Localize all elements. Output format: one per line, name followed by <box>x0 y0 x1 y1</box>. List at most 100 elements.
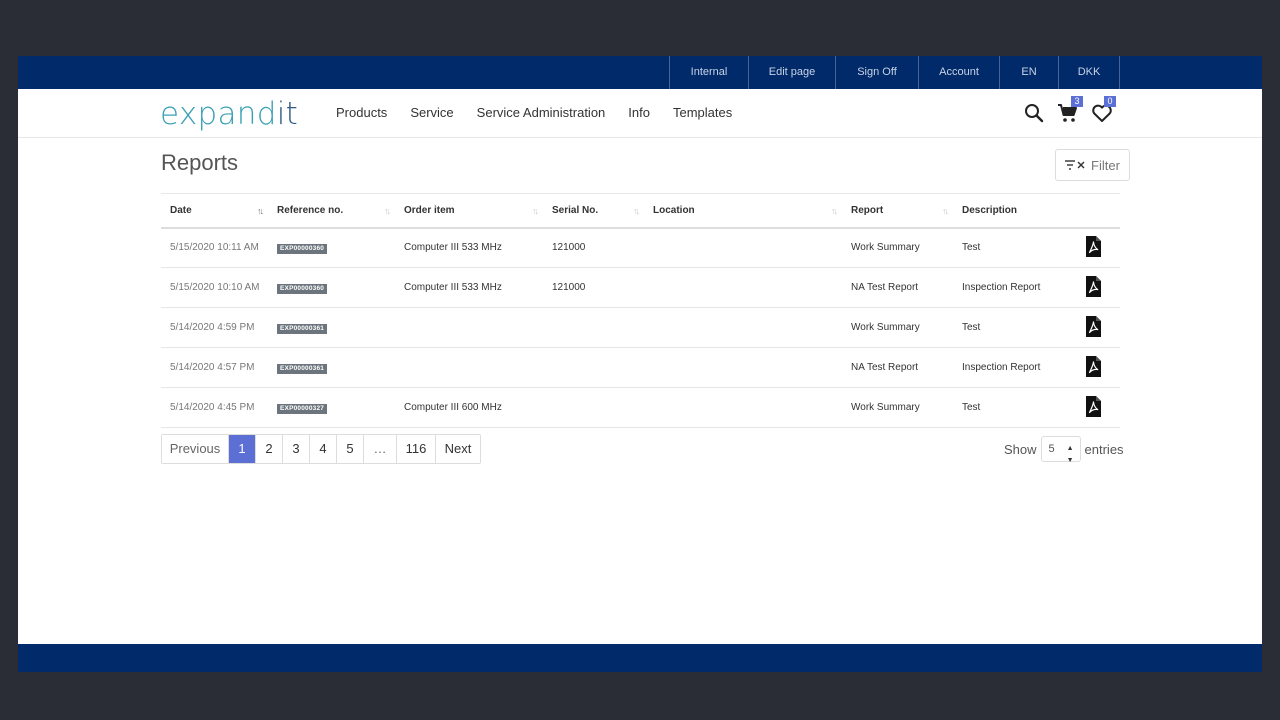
cart-icon[interactable]: 3 <box>1056 96 1083 125</box>
table-row: 5/14/2020 4:45 PM EXP00000327 Computer III… <box>161 388 1120 428</box>
topbar-link-currency[interactable]: DKK <box>1059 56 1120 89</box>
pdf-icon[interactable] <box>1085 235 1102 260</box>
cell-serial <box>543 308 644 348</box>
reference-badge[interactable]: EXP00000360 <box>277 283 328 294</box>
topbar-link-sign-off[interactable]: Sign Off <box>836 56 919 89</box>
reference-badge[interactable]: EXP00000361 <box>277 323 328 334</box>
pagination-page-last[interactable]: 116 <box>397 435 436 463</box>
sort-icon: ↑↓ <box>384 206 391 216</box>
column-header-description[interactable]: Description <box>953 194 1075 228</box>
nav-item-service[interactable]: Service <box>410 89 453 137</box>
cell-date: 5/14/2020 4:59 PM <box>170 322 255 333</box>
table-header-row: Date ↑↓ Reference no. ↑↓ Order item ↑↓ Seri… <box>161 193 1120 228</box>
search-icon[interactable] <box>1022 101 1046 125</box>
filter-clear-icon <box>1065 160 1085 170</box>
cell-reference: EXP00000360 <box>268 268 395 308</box>
cell-serial <box>543 388 644 428</box>
logo-main-text: expand <box>160 96 277 132</box>
entries-select-value: 5 <box>1048 443 1055 455</box>
cell-download <box>1075 308 1120 348</box>
cell-serial: 121000 <box>552 282 586 293</box>
cell-location <box>644 308 842 348</box>
pagination: Previous 1 2 3 4 5 … 116 Next <box>161 434 481 464</box>
cell-description: Test <box>962 402 981 413</box>
sort-icon: ↑↓ <box>831 206 838 216</box>
nav-item-templates[interactable]: Templates <box>673 89 732 137</box>
wishlist-count-badge: 0 <box>1104 96 1116 107</box>
cart-count-badge: 3 <box>1071 96 1083 107</box>
reference-badge[interactable]: EXP00000361 <box>277 363 328 374</box>
cell-location <box>644 348 842 388</box>
reference-badge[interactable]: EXP00000327 <box>277 403 328 414</box>
cell-serial <box>543 348 644 388</box>
topbar-link-internal[interactable]: Internal <box>670 56 749 89</box>
column-header-date[interactable]: Date ↑↓ <box>161 194 268 228</box>
topbar-link-edit-page[interactable]: Edit page <box>749 56 836 89</box>
reports-table: Date ↑↓ Reference no. ↑↓ Order item ↑↓ Seri… <box>161 193 1120 428</box>
cell-reference: EXP00000361 <box>268 348 395 388</box>
heart-icon[interactable]: 0 <box>1090 96 1116 125</box>
cell-download <box>1075 348 1120 388</box>
topbar-link-language[interactable]: EN <box>1000 56 1059 89</box>
table-row: 5/14/2020 4:57 PM EXP00000361 NA Test Repo… <box>161 348 1120 388</box>
pagination-page-2[interactable]: 2 <box>256 435 283 463</box>
cell-report: NA Test Report <box>851 362 919 373</box>
entries-select[interactable]: 5 ▲ ▼ <box>1040 436 1081 464</box>
sort-icon: ↑↓ <box>633 206 640 216</box>
cell-reference: EXP00000361 <box>268 308 395 348</box>
nav-item-products[interactable]: Products <box>336 89 387 137</box>
cell-description: Test <box>962 242 981 254</box>
reference-badge[interactable]: EXP00000360 <box>277 243 328 254</box>
table-row: 5/14/2020 4:59 PM EXP00000361 Work Summary… <box>161 308 1120 348</box>
column-header-order-item[interactable]: Order item ↑↓ <box>395 194 543 228</box>
nav-item-info[interactable]: Info <box>628 89 650 137</box>
pdf-icon[interactable] <box>1085 315 1102 340</box>
nav-item-service-administration[interactable]: Service Administration <box>477 89 606 137</box>
main-nav: Products Service Service Administration … <box>336 89 755 137</box>
column-header-location[interactable]: Location ↑↓ <box>644 194 842 228</box>
cell-description: Inspection Report <box>962 362 1041 373</box>
top-utility-bar: Internal Edit page Sign Off Account EN D… <box>18 56 1262 89</box>
logo[interactable]: expandit <box>160 96 298 132</box>
cell-date: 5/14/2020 4:45 PM <box>170 402 255 413</box>
column-header-report[interactable]: Report ↑↓ <box>842 194 953 228</box>
cell-location <box>644 268 842 308</box>
column-header-reference[interactable]: Reference no. ↑↓ <box>268 194 395 228</box>
cell-order-item: Computer III 533 MHz <box>404 242 502 254</box>
footer-bar <box>18 644 1262 672</box>
main-header: expandit Products Service Service Admini… <box>18 89 1262 138</box>
cell-report: Work Summary <box>851 402 920 413</box>
cell-date: 5/15/2020 10:11 AM <box>170 242 259 254</box>
logo-accent-text: it <box>276 96 299 132</box>
cell-date: 5/14/2020 4:57 PM <box>170 362 255 373</box>
filter-button[interactable]: Filter <box>1055 149 1130 181</box>
app-frame: Internal Edit page Sign Off Account EN D… <box>18 56 1262 672</box>
cell-description: Inspection Report <box>962 282 1041 293</box>
cell-location <box>644 388 842 428</box>
pagination-previous[interactable]: Previous <box>162 435 229 463</box>
pagination-next[interactable]: Next <box>436 435 480 463</box>
pagination-page-1[interactable]: 1 <box>229 435 256 463</box>
cell-order-item: Computer III 533 MHz <box>404 282 502 293</box>
pagination-page-5[interactable]: 5 <box>337 435 364 463</box>
top-utility-links: Internal Edit page Sign Off Account EN D… <box>669 56 1120 89</box>
cell-report: Work Summary <box>851 242 920 254</box>
cell-report: NA Test Report <box>851 282 919 293</box>
cell-download <box>1075 228 1120 268</box>
cell-serial: 121000 <box>552 242 586 254</box>
column-header-serial[interactable]: Serial No. ↑↓ <box>543 194 644 228</box>
entries-control: Show 5 ▲ ▼ entries <box>1004 436 1124 464</box>
column-header-download <box>1075 194 1120 228</box>
topbar-link-account[interactable]: Account <box>919 56 1000 89</box>
pdf-icon[interactable] <box>1085 275 1102 300</box>
pagination-page-4[interactable]: 4 <box>310 435 337 463</box>
sort-icon: ↑↓ <box>942 206 949 216</box>
pagination-page-3[interactable]: 3 <box>283 435 310 463</box>
cell-download <box>1075 388 1120 428</box>
cell-location <box>644 228 842 268</box>
pdf-icon[interactable] <box>1085 395 1102 420</box>
cell-date: 5/15/2020 10:10 AM <box>170 282 260 293</box>
cell-order-item <box>395 308 543 348</box>
cell-reference: EXP00000360 <box>268 228 395 268</box>
pdf-icon[interactable] <box>1085 355 1102 380</box>
